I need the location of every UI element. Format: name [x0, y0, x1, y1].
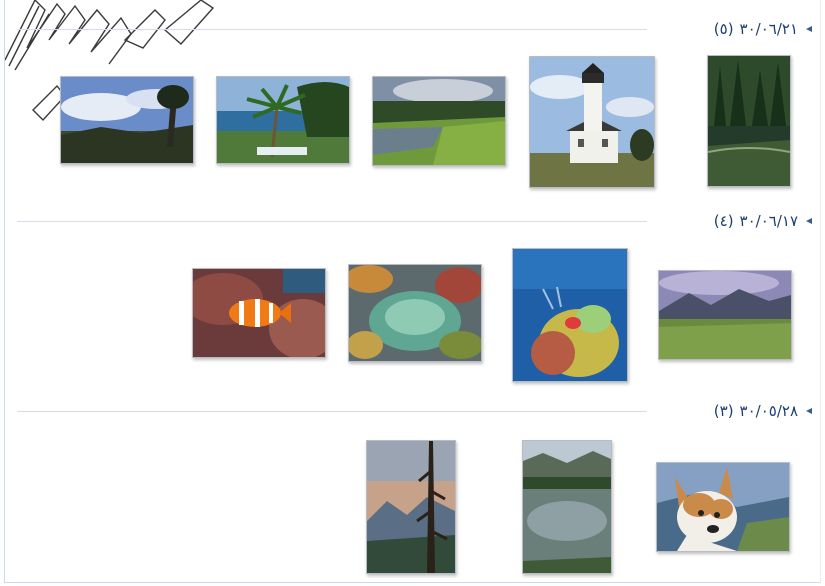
- lake-reflection-image: [523, 441, 611, 573]
- group-title: (٤) ٣٠/٠٦/١٧: [714, 210, 798, 232]
- group-title: (٣) ٣٠/٠٥/٢٨: [714, 400, 798, 422]
- clownfish-image: [193, 269, 325, 357]
- group-divider: [17, 411, 647, 412]
- lighthouse-image: [530, 57, 654, 187]
- photo-thumbnail[interactable]: [366, 440, 456, 574]
- photo-thumbnail[interactable]: [529, 56, 655, 188]
- tree-hill-image: [61, 77, 193, 163]
- group-date: ٣٠/٠٥/٢٨: [739, 402, 798, 420]
- meadow-mountains-image: [659, 271, 791, 359]
- photo-thumbnail[interactable]: [348, 264, 482, 362]
- group-date: ٣٠/٠٦/٢١: [739, 20, 798, 38]
- photo-thumbnail[interactable]: [707, 55, 791, 187]
- group-title: (٥) ٣٠/٠٦/٢١: [714, 18, 798, 40]
- group-header-2[interactable]: (٤) ٣٠/٠٦/١٧: [17, 210, 820, 232]
- mountain-sunset-tree-image: [367, 441, 455, 573]
- photo-thumbnail[interactable]: [512, 248, 628, 382]
- dog-portrait-image: [657, 463, 789, 551]
- photo-thumbnail[interactable]: [216, 76, 350, 164]
- photo-thumbnail[interactable]: [60, 76, 194, 164]
- group-count: (٤): [713, 212, 734, 230]
- sea-anemone-image: [349, 265, 481, 361]
- collapse-arrow-icon[interactable]: [806, 218, 812, 224]
- forest-lake-image: [708, 56, 790, 186]
- pond-grass-image: [373, 77, 505, 165]
- group-count: (٣): [713, 402, 734, 420]
- photo-thumbnail[interactable]: [522, 440, 612, 574]
- palm-coast-image: [217, 77, 349, 163]
- group-date: ٣٠/٠٦/١٧: [739, 212, 798, 230]
- group-header-1[interactable]: (٥) ٣٠/٠٦/٢١: [17, 18, 820, 40]
- photo-thumbnail[interactable]: [372, 76, 506, 166]
- coral-reef-image: [513, 249, 627, 381]
- photo-thumbnail[interactable]: [192, 268, 326, 358]
- photo-thumbnail[interactable]: [658, 270, 792, 360]
- group-header-3[interactable]: (٣) ٣٠/٠٥/٢٨: [17, 400, 820, 422]
- group-divider: [17, 29, 647, 30]
- collapse-arrow-icon[interactable]: [806, 26, 812, 32]
- collapse-arrow-icon[interactable]: [806, 408, 812, 414]
- group-count: (٥): [713, 20, 734, 38]
- photo-gallery: (٥) ٣٠/٠٦/٢١ (٤) ٣٠/٠٦/١٧ (٣) ٣٠/٠٥/٢٨: [4, 0, 821, 583]
- photo-thumbnail[interactable]: [656, 462, 790, 552]
- group-divider: [17, 221, 647, 222]
